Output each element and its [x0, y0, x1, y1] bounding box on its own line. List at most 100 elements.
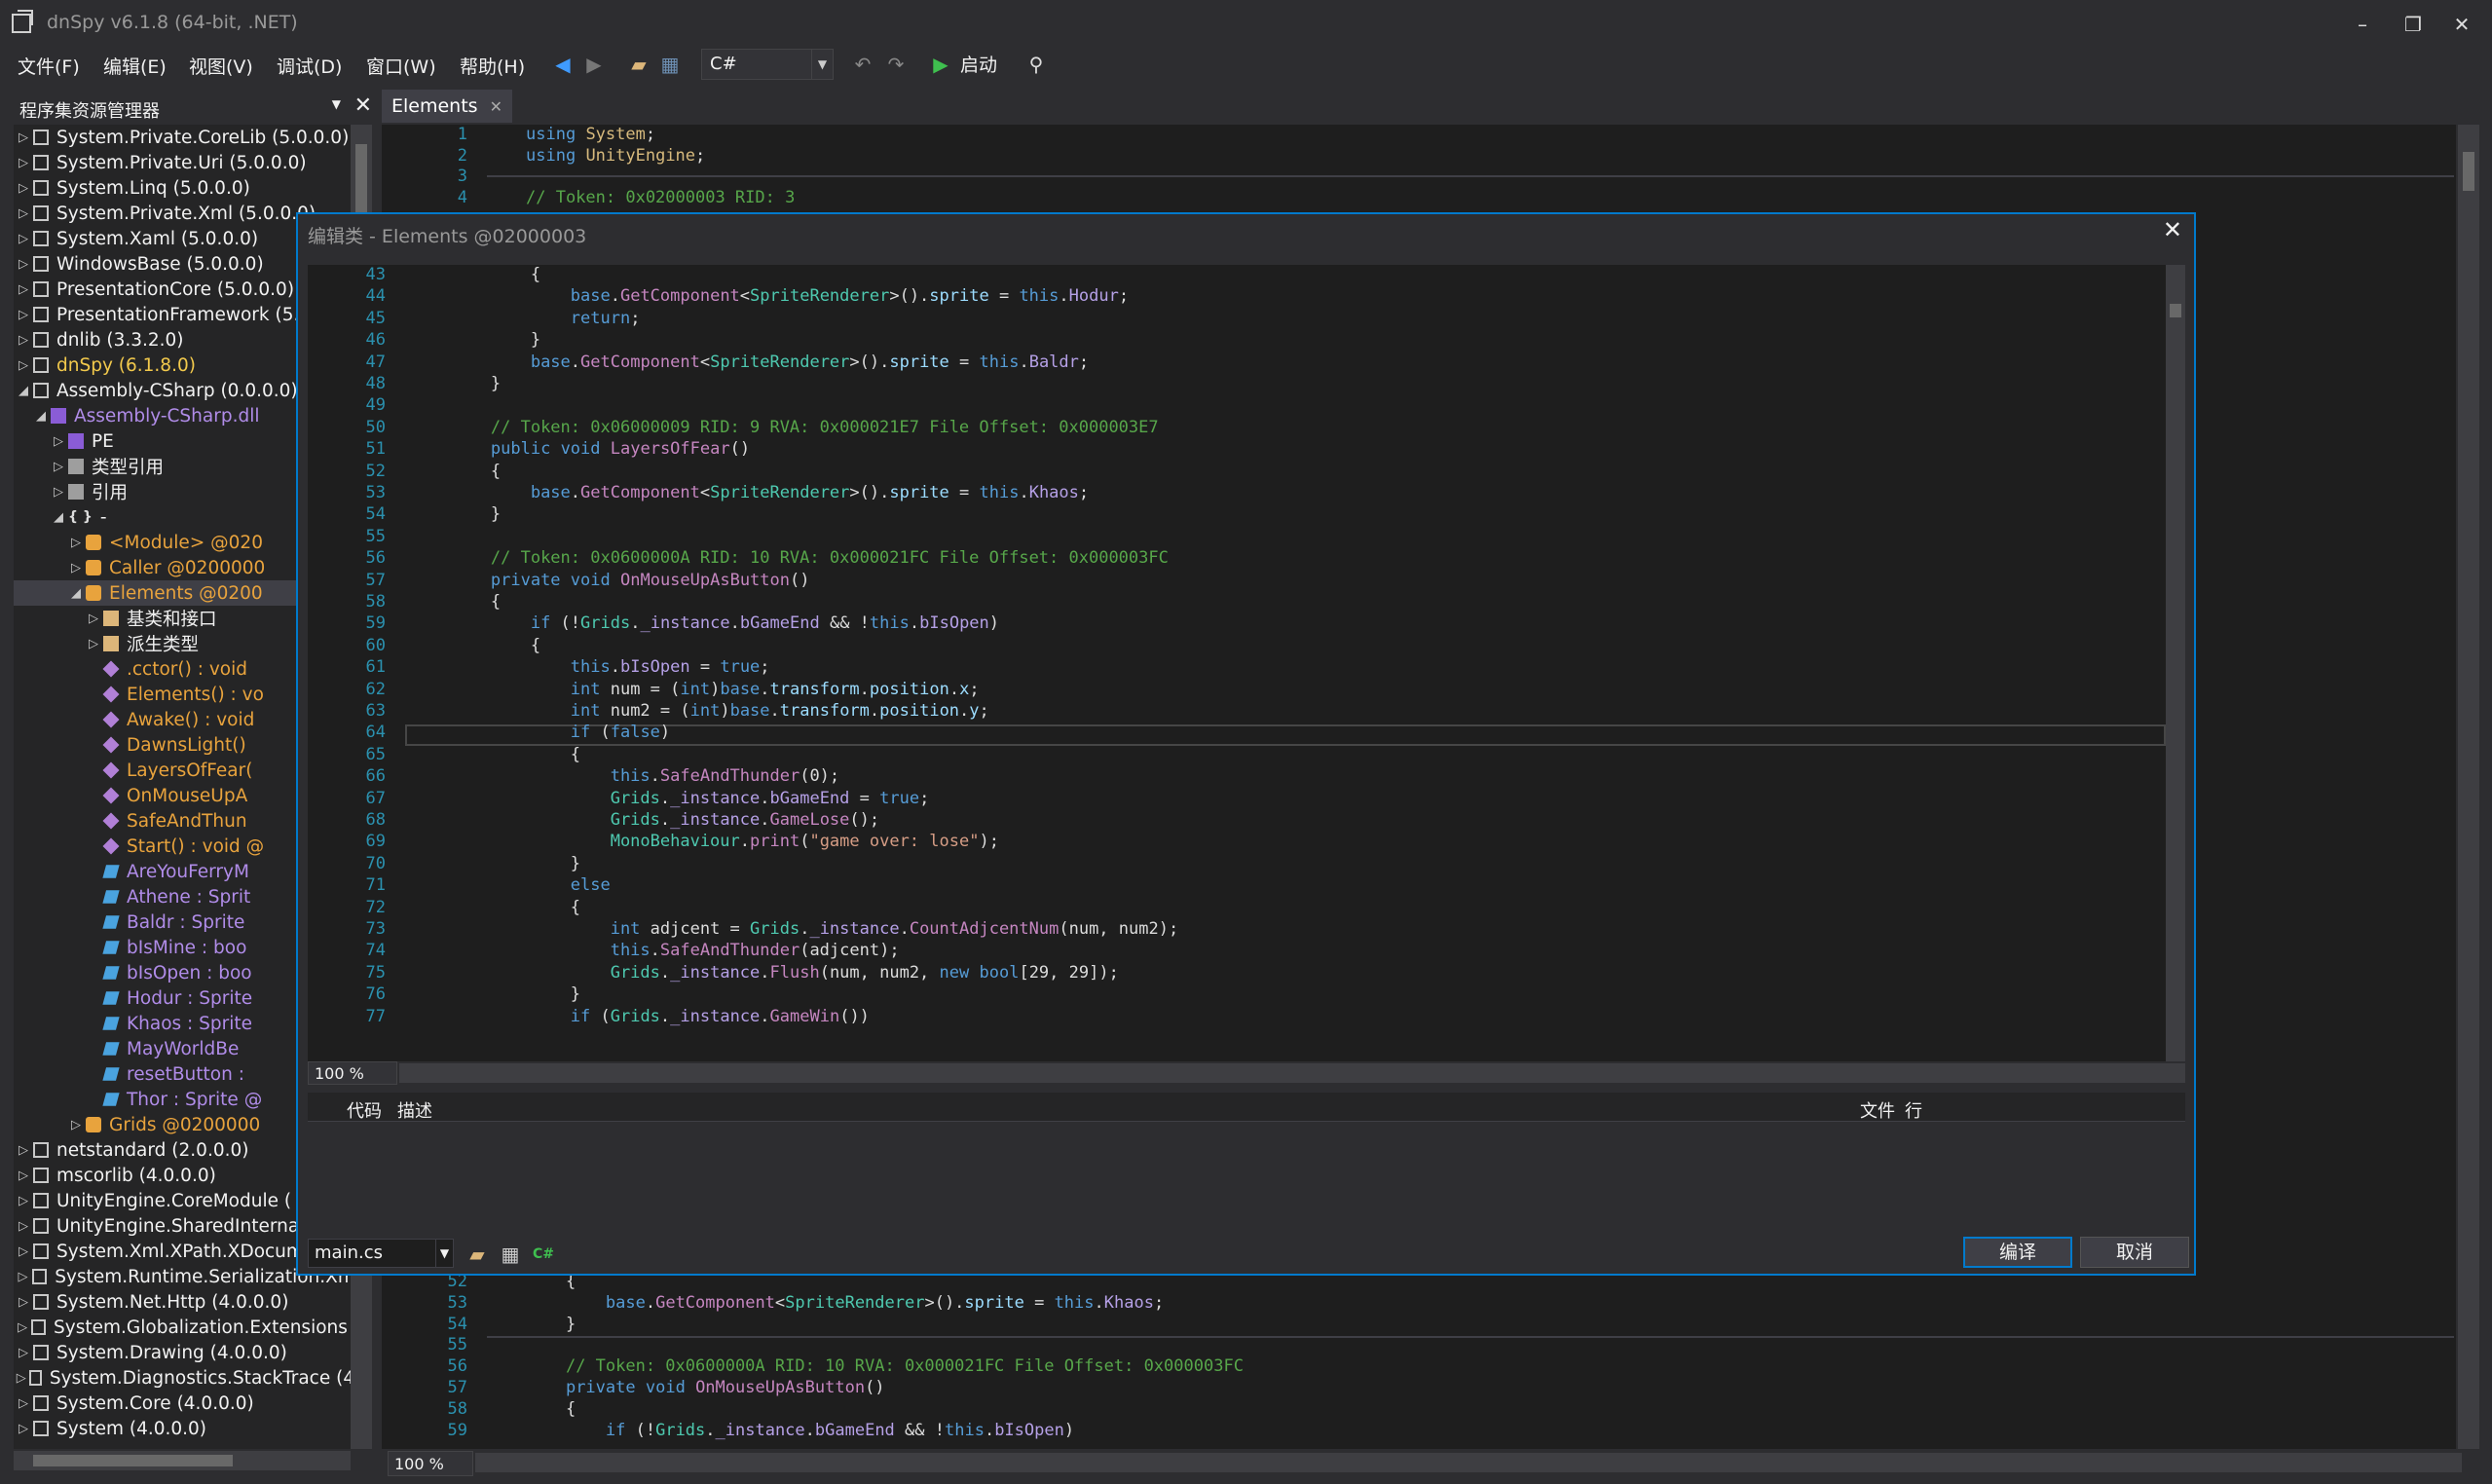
tree-node[interactable]: ▷ System.Drawing (4.0.0.0) — [14, 1340, 360, 1365]
code-line[interactable]: { — [526, 1399, 576, 1419]
expand-toggle-icon[interactable]: ▷ — [14, 1143, 33, 1158]
code-line[interactable]: { — [411, 898, 580, 917]
expand-toggle-icon[interactable]: ▷ — [14, 257, 33, 272]
expand-toggle-icon[interactable]: ▷ — [14, 1295, 33, 1310]
expand-toggle-icon[interactable]: ▷ — [49, 485, 68, 500]
expand-toggle-icon[interactable]: ▷ — [14, 206, 33, 221]
open-folder-icon[interactable]: ▰ — [625, 51, 652, 78]
code-line[interactable]: this.bIsOpen = true; — [411, 657, 770, 677]
code-line[interactable]: { — [411, 745, 580, 764]
csharp-icon[interactable]: C# — [530, 1241, 557, 1268]
menu-edit[interactable]: 编辑(E) — [103, 53, 167, 79]
undo-icon[interactable]: ↶ — [849, 51, 876, 78]
tree-node[interactable]: ▷ System.Private.Uri (5.0.0.0) — [14, 150, 360, 175]
start-button[interactable]: 启动 — [960, 51, 997, 77]
expand-toggle-icon[interactable]: ▷ — [14, 1371, 29, 1386]
scroll-thumb[interactable] — [33, 1455, 233, 1466]
menu-help[interactable]: 帮助(H) — [460, 53, 525, 79]
expand-toggle-icon[interactable]: ▷ — [14, 282, 33, 297]
code-line[interactable]: } — [411, 330, 540, 350]
expand-toggle-icon[interactable]: ▷ — [14, 1194, 33, 1208]
code-line[interactable]: int num2 = (int)base.transform.position.… — [411, 701, 989, 721]
code-line[interactable]: int num = (int)base.transform.position.x… — [411, 680, 980, 699]
tree-node[interactable]: ▷ System (4.0.0.0) — [14, 1416, 360, 1441]
expand-toggle-icon[interactable]: ▷ — [14, 1270, 32, 1284]
tree-node[interactable]: ▷ System.Core (4.0.0.0) — [14, 1391, 360, 1416]
minimize-button[interactable]: – — [2341, 8, 2384, 41]
scroll-thumb[interactable] — [355, 144, 367, 222]
tree-node[interactable]: ▷ System.Net.Http (4.0.0.0) — [14, 1289, 360, 1315]
expand-toggle-icon[interactable]: ▷ — [66, 1118, 86, 1132]
close-icon[interactable]: ✕ — [354, 93, 372, 118]
column-code[interactable]: 代码 — [347, 1097, 382, 1123]
code-line[interactable]: Grids._instance.bGameEnd = true; — [411, 789, 930, 808]
code-line[interactable]: if (!Grids._instance.bGameEnd && !this.b… — [411, 613, 999, 633]
chevron-down-icon[interactable]: ▼ — [332, 97, 341, 111]
code-line[interactable]: int adjcent = Grids._instance.CountAdjce… — [411, 919, 1178, 939]
expand-toggle-icon[interactable]: ▷ — [14, 333, 33, 348]
expand-toggle-icon[interactable]: ▷ — [66, 561, 86, 575]
code-line[interactable]: // Token: 0x06000009 RID: 9 RVA: 0x00002… — [411, 418, 1159, 437]
code-line[interactable]: { — [411, 265, 540, 284]
column-file[interactable]: 文件 — [1860, 1097, 1895, 1123]
back-icon[interactable]: ◀ — [549, 51, 577, 78]
expand-toggle-icon[interactable]: ▷ — [14, 232, 33, 246]
menu-window[interactable]: 窗口(W) — [366, 53, 436, 79]
menu-debug[interactable]: 调试(D) — [277, 53, 342, 79]
code-line[interactable]: // Token: 0x02000003 RID: 3 — [526, 188, 795, 207]
code-line[interactable]: this.SafeAndThunder(adjcent); — [411, 941, 900, 960]
code-line[interactable]: base.GetComponent<SpriteRenderer>().spri… — [411, 286, 1129, 306]
dialog-vertical-scrollbar[interactable] — [2166, 265, 2185, 1061]
code-line[interactable]: } — [411, 374, 501, 393]
code-line[interactable]: Grids._instance.GameLose(); — [411, 810, 879, 830]
dialog-code-editor[interactable]: 43 {44 base.GetComponent<SpriteRenderer>… — [308, 265, 2185, 1061]
expand-toggle-icon[interactable]: ◢ — [31, 409, 51, 424]
compile-button[interactable]: 编译 — [1963, 1237, 2072, 1268]
expand-toggle-icon[interactable]: ▷ — [14, 1320, 31, 1335]
code-line[interactable]: private void OnMouseUpAsButton() — [526, 1378, 885, 1397]
forward-icon[interactable]: ▶ — [580, 51, 608, 78]
code-line[interactable]: // Token: 0x0600000A RID: 10 RVA: 0x0000… — [526, 1356, 1244, 1376]
start-icon[interactable]: ▶ — [927, 51, 954, 78]
expand-toggle-icon[interactable]: ▷ — [49, 434, 68, 449]
redo-icon[interactable]: ↷ — [882, 51, 910, 78]
cancel-button[interactable]: 取消 — [2080, 1237, 2189, 1268]
tree-horizontal-scrollbar[interactable] — [14, 1451, 351, 1470]
code-line[interactable]: } — [411, 854, 580, 873]
editor-horizontal-scrollbar[interactable] — [475, 1453, 2462, 1472]
expand-toggle-icon[interactable]: ▷ — [14, 1244, 33, 1259]
code-line[interactable]: this.SafeAndThunder(0); — [411, 766, 839, 786]
expand-toggle-icon[interactable]: ▷ — [14, 1422, 33, 1436]
expand-toggle-icon[interactable]: ▷ — [84, 637, 103, 651]
tree-node[interactable]: ▷ System.Private.CoreLib (5.0.0.0) — [14, 125, 360, 150]
code-line[interactable]: Grids._instance.Flush(num, num2, new boo… — [411, 963, 1119, 983]
expand-toggle-icon[interactable]: ▷ — [14, 1169, 33, 1183]
expand-toggle-icon[interactable]: ▷ — [14, 1346, 33, 1360]
tree-node[interactable]: ▷ System.Diagnostics.StackTrace (4. — [14, 1365, 360, 1391]
expand-toggle-icon[interactable]: ▷ — [14, 130, 33, 145]
expand-toggle-icon[interactable]: ▷ — [14, 358, 33, 373]
editor-vertical-scrollbar[interactable] — [2458, 125, 2479, 1449]
code-line[interactable]: MonoBehaviour.print("game over: lose"); — [411, 832, 999, 851]
code-line[interactable]: base.GetComponent<SpriteRenderer>().spri… — [411, 352, 1089, 372]
code-line[interactable]: { — [411, 592, 501, 612]
code-line[interactable]: using UnityEngine; — [526, 146, 705, 166]
expand-toggle-icon[interactable]: ◢ — [66, 586, 86, 601]
code-line[interactable]: { — [411, 636, 540, 655]
code-line[interactable]: private void OnMouseUpAsButton() — [411, 571, 810, 590]
code-line[interactable]: base.GetComponent<SpriteRenderer>().spri… — [411, 483, 1089, 502]
code-line[interactable]: using System; — [526, 125, 655, 144]
tree-node[interactable]: ▷ System.Globalization.Extensions ( — [14, 1315, 360, 1340]
menu-view[interactable]: 视图(V) — [189, 53, 253, 79]
dialog-zoom-select[interactable]: 100 % — [308, 1061, 397, 1085]
menu-file[interactable]: 文件(F) — [18, 53, 80, 79]
expand-toggle-icon[interactable]: ▷ — [14, 181, 33, 196]
open-list-icon[interactable]: ▦ — [656, 51, 684, 78]
dialog-close-icon[interactable]: ✕ — [2163, 216, 2182, 243]
column-line[interactable]: 行 — [1905, 1097, 1922, 1123]
expand-toggle-icon[interactable]: ▷ — [84, 612, 103, 626]
tree-node[interactable]: ▷ System.Linq (5.0.0.0) — [14, 175, 360, 201]
code-line[interactable]: if (Grids._instance.GameWin()) — [411, 1007, 870, 1026]
expand-toggle-icon[interactable]: ◢ — [49, 510, 68, 525]
dialog-horizontal-scrollbar[interactable] — [399, 1063, 2185, 1083]
